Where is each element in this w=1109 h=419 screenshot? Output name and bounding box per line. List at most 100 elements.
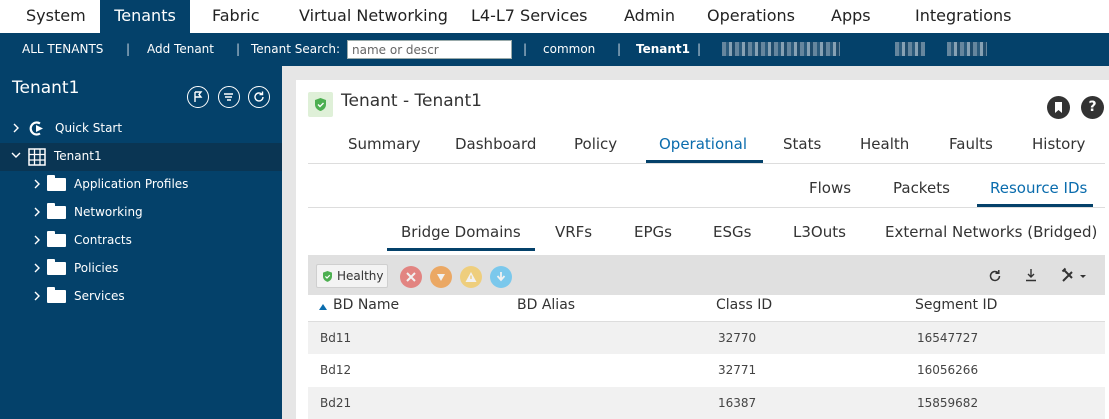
tab-policy[interactable]: Policy xyxy=(574,135,617,153)
tab-faults[interactable]: Faults xyxy=(949,135,993,153)
nav-integrations[interactable]: Integrations xyxy=(915,0,1012,33)
sidebar-item-application-profiles[interactable]: Application Profiles xyxy=(0,171,282,199)
folder-icon xyxy=(47,287,66,303)
refresh-icon[interactable] xyxy=(988,269,1002,283)
list-filter-icon[interactable] xyxy=(218,86,240,108)
tab-history[interactable]: History xyxy=(1032,135,1085,153)
chevron-down-icon[interactable] xyxy=(11,151,21,159)
healthy-shield-icon xyxy=(323,271,332,282)
redacted-tenant-link[interactable] xyxy=(895,42,925,56)
cell-class-id: 32770 xyxy=(718,331,757,345)
nav-system[interactable]: System xyxy=(26,0,86,33)
separator: | xyxy=(523,42,528,56)
tab-vrfs[interactable]: VRFs xyxy=(555,223,592,241)
download-icon[interactable] xyxy=(1024,268,1038,282)
sidebar-item-label: Contracts xyxy=(74,233,132,247)
health-filter-button[interactable]: Healthy xyxy=(316,264,388,288)
nav-apps[interactable]: Apps xyxy=(831,0,871,33)
all-tenants-link[interactable]: ALL TENANTS xyxy=(22,33,103,66)
column-header-class-id[interactable]: Class ID xyxy=(716,297,772,313)
tab-operational[interactable]: Operational xyxy=(659,135,747,153)
chevron-right-icon[interactable] xyxy=(33,235,41,245)
sort-ascending-icon[interactable] xyxy=(319,304,327,310)
sidebar-item-networking[interactable]: Networking xyxy=(0,199,282,227)
cell-bd-name: Bd11 xyxy=(320,331,352,345)
active-subtab2-indicator xyxy=(387,248,535,251)
tab-packets[interactable]: Packets xyxy=(893,179,950,197)
table-row[interactable]: Bd12 32771 16056266 xyxy=(308,354,1105,386)
tab-bridge-domains[interactable]: Bridge Domains xyxy=(401,223,521,241)
chevron-right-icon[interactable] xyxy=(33,207,41,217)
table-row[interactable]: Bd21 16387 15859682 xyxy=(308,387,1105,419)
bookmark-icon xyxy=(1055,102,1062,113)
tenant-search-label: Tenant Search: xyxy=(251,42,341,56)
tab-health[interactable]: Health xyxy=(860,135,909,153)
quick-start-icon xyxy=(29,121,43,136)
sidebar-item-tenant1[interactable]: Tenant1 xyxy=(0,143,282,171)
major-faults-icon[interactable] xyxy=(430,266,452,288)
warning-faults-icon[interactable] xyxy=(490,266,512,288)
chevron-right-icon[interactable] xyxy=(33,263,41,273)
column-header-segment-id[interactable]: Segment ID xyxy=(915,297,997,313)
tab-stats[interactable]: Stats xyxy=(783,135,821,153)
tenant-common-link[interactable]: common xyxy=(543,33,595,66)
chevron-right-icon[interactable] xyxy=(33,179,41,189)
folder-icon xyxy=(47,231,66,247)
sidebar-item-label: Application Profiles xyxy=(74,177,189,191)
nav-tenants[interactable]: Tenants xyxy=(100,0,190,33)
sidebar-item-label: Policies xyxy=(74,261,119,275)
redacted-tenant-link[interactable] xyxy=(722,42,840,56)
separator: | xyxy=(617,42,622,56)
add-tenant-link[interactable]: Add Tenant xyxy=(147,33,214,66)
help-button[interactable]: ? xyxy=(1081,96,1104,119)
cell-segment-id: 15859682 xyxy=(917,396,979,410)
tab-esgs[interactable]: ESGs xyxy=(713,223,751,241)
table-row[interactable]: Bd11 32770 16547727 xyxy=(308,322,1105,354)
healthy-label: Healthy xyxy=(337,269,384,283)
building-icon xyxy=(28,148,46,166)
refresh-icon[interactable] xyxy=(248,86,270,108)
nav-admin[interactable]: Admin xyxy=(624,0,675,33)
sidebar-item-contracts[interactable]: Contracts xyxy=(0,227,282,255)
tab-epgs[interactable]: EPGs xyxy=(634,223,672,241)
column-header-bd-alias[interactable]: BD Alias xyxy=(517,297,575,313)
minor-faults-icon[interactable] xyxy=(460,266,482,288)
sidebar: Tenant1 Quick Start Tenant1 Application … xyxy=(0,66,282,419)
tenant-current-link[interactable]: Tenant1 xyxy=(636,33,690,66)
tab-summary[interactable]: Summary xyxy=(348,135,421,153)
redacted-tenant-link[interactable] xyxy=(947,42,987,56)
chevron-right-icon[interactable] xyxy=(33,291,41,301)
bookmark-button[interactable] xyxy=(1047,96,1070,119)
nav-operations[interactable]: Operations xyxy=(707,0,795,33)
cell-segment-id: 16547727 xyxy=(917,331,979,345)
sidebar-item-label: Tenant1 xyxy=(54,149,102,163)
tenant-search-input[interactable] xyxy=(347,40,512,59)
tools-dropdown-icon[interactable] xyxy=(1060,267,1088,283)
column-header-bd-name[interactable]: BD Name xyxy=(333,297,399,313)
sidebar-item-policies[interactable]: Policies xyxy=(0,255,282,283)
critical-faults-icon[interactable] xyxy=(400,266,422,288)
tenant-health-shield-icon xyxy=(308,92,333,117)
folder-icon xyxy=(47,175,66,191)
separator: | xyxy=(697,42,702,56)
tab-l3outs[interactable]: L3Outs xyxy=(793,223,846,241)
sidebar-item-label: Services xyxy=(74,289,125,303)
cell-class-id: 32771 xyxy=(718,363,757,377)
cell-bd-name: Bd12 xyxy=(320,363,352,377)
nav-virtual-networking[interactable]: Virtual Networking xyxy=(299,0,448,33)
sidebar-title: Tenant1 xyxy=(12,78,80,98)
chevron-right-icon[interactable] xyxy=(12,123,20,133)
flag-icon[interactable] xyxy=(187,86,209,108)
folder-icon xyxy=(47,203,66,219)
tab-resource-ids[interactable]: Resource IDs xyxy=(990,179,1087,197)
tab-external-networks-bridged[interactable]: External Networks (Bridged) xyxy=(885,223,1097,241)
cell-segment-id: 16056266 xyxy=(917,363,979,377)
sidebar-item-services[interactable]: Services xyxy=(0,283,282,311)
tab-flows[interactable]: Flows xyxy=(809,179,851,197)
tab-dashboard[interactable]: Dashboard xyxy=(455,135,536,153)
sidebar-item-label: Quick Start xyxy=(55,121,123,135)
page-title: Tenant - Tenant1 xyxy=(341,91,482,111)
nav-fabric[interactable]: Fabric xyxy=(212,0,260,33)
sidebar-item-quick-start[interactable]: Quick Start xyxy=(0,115,282,143)
nav-l4-l7-services[interactable]: L4-L7 Services xyxy=(471,0,588,33)
